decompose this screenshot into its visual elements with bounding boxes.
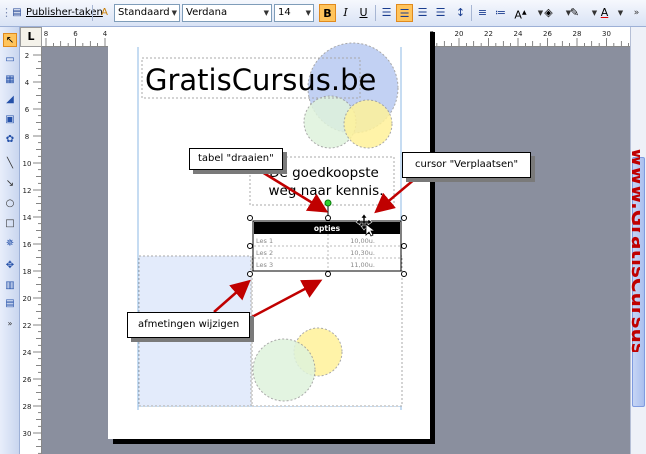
- green-circle-shape[interactable]: [252, 338, 316, 402]
- watermark: www.GratisCursus.be: [627, 148, 640, 352]
- callout-resize: afmetingen wijzigen: [127, 312, 251, 338]
- resize-handle[interactable]: [401, 271, 407, 277]
- watermark-text: www.GratisCursus.be: [627, 148, 640, 352]
- table-cell-price[interactable]: 10,00u.: [350, 237, 375, 245]
- yellow-circle-shape[interactable]: [343, 99, 393, 149]
- options-table[interactable]: opties Les 1 10,00u. Les 2 10,30u. Les 3…: [247, 199, 407, 277]
- rotate-handle[interactable]: [324, 199, 332, 207]
- table-cell-name[interactable]: Les 1: [256, 237, 273, 245]
- callout-move-cursor: cursor "Verplaatsen": [402, 152, 532, 178]
- table-header-cell: opties: [314, 224, 341, 233]
- callout-rotate-table: tabel "draaien": [189, 148, 283, 170]
- resize-handle[interactable]: [247, 271, 253, 277]
- table-cell-name[interactable]: Les 3: [256, 261, 273, 269]
- table-cell-price[interactable]: 10,30u.: [350, 249, 375, 257]
- logo-text: GratisCursus.be: [145, 63, 376, 97]
- resize-handle[interactable]: [401, 215, 407, 221]
- resize-handle[interactable]: [325, 271, 331, 277]
- slogan-line1: De goedkoopste: [269, 165, 379, 181]
- callout-arrow: [374, 177, 417, 214]
- resize-handle[interactable]: [401, 243, 407, 249]
- table-cell-price[interactable]: 11,00u.: [350, 261, 375, 269]
- resize-handle[interactable]: [247, 215, 253, 221]
- table-cell-name[interactable]: Les 2: [256, 249, 273, 257]
- resize-handle[interactable]: [247, 243, 253, 249]
- resize-handle[interactable]: [325, 215, 331, 221]
